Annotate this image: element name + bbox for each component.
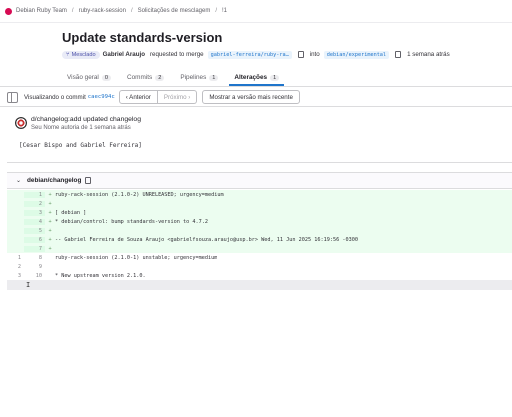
- new-line-number[interactable]: 3: [24, 209, 45, 216]
- copy-icon[interactable]: [297, 51, 304, 58]
- old-line-number[interactable]: 3: [7, 273, 24, 279]
- new-line-number[interactable]: 8: [24, 255, 45, 261]
- viewing-label: Visualizando o commit: [24, 93, 86, 101]
- tab-pipelines[interactable]: Pipelines 1: [175, 74, 223, 86]
- mr-tabs: Visão geral 0 Commits 2 Pipelines 1 Alte…: [62, 66, 290, 86]
- breadcrumb-project[interactable]: ruby-rack-session: [79, 8, 126, 14]
- breadcrumb-separator: /: [215, 8, 217, 14]
- chevron-down-icon[interactable]: ⌄: [16, 177, 21, 184]
- page-title: Update standards-version: [62, 30, 223, 45]
- commit-text: d/changelog:add updated changelog Seu No…: [31, 116, 141, 131]
- new-line-number[interactable]: 5: [24, 227, 45, 234]
- breadcrumb-group[interactable]: Debian Ruby Team: [16, 8, 67, 14]
- breadcrumb-separator: /: [71, 8, 74, 14]
- diff-code: ruby-rack-session (2.1.0-1) unstable; ur…: [55, 254, 218, 261]
- merge-icon: ⑂: [66, 51, 70, 58]
- tab-label: Visão geral: [67, 74, 99, 81]
- old-line-number[interactable]: 2: [7, 264, 24, 270]
- breadcrumb-mr[interactable]: !1: [222, 8, 227, 14]
- mr-meta: ⑂ Mesclado Gabriel Araujo requested to m…: [62, 49, 452, 60]
- diff-line: 5 +: [7, 226, 512, 235]
- breadcrumb-separator: /: [130, 8, 133, 14]
- diff-line: 3 + [ debian ]: [7, 208, 512, 217]
- expand-lines-row[interactable]: I: [7, 280, 512, 290]
- diff-line: 3 10 * New upstream version 2.1.0.: [7, 271, 512, 280]
- previous-commit-button[interactable]: ‹ Anterior: [118, 90, 158, 104]
- commit-bar: Visualizando o commit caec994c ‹ Anterio…: [0, 88, 512, 107]
- file-tree-toggle-icon[interactable]: [7, 91, 18, 103]
- tab-overview[interactable]: Visão geral 0: [62, 74, 116, 86]
- diff-line: 2 +: [7, 199, 512, 208]
- divider: [7, 162, 512, 163]
- new-line-number[interactable]: 1: [24, 191, 45, 198]
- tab-count: 1: [270, 74, 280, 81]
- new-line-number[interactable]: 10: [24, 273, 45, 279]
- breadcrumb: Debian Ruby Team / ruby-rack-session / S…: [0, 0, 512, 23]
- diff-sign: +: [48, 218, 52, 225]
- diff-line: 1 + ruby-rack-session (2.1.0-2) UNRELEASED…: [7, 190, 512, 199]
- tab-label: Commits: [126, 74, 153, 81]
- tabs-divider: [0, 86, 512, 87]
- source-branch[interactable]: gabriel-ferreira/ruby-ra…: [207, 50, 292, 59]
- target-branch-label: debian/experimental: [326, 51, 387, 58]
- mr-time: 1 semana atrás: [407, 51, 450, 58]
- tab-label: Alterações: [234, 74, 268, 81]
- diff-file-header: ⌄ debian/changelog: [7, 172, 512, 189]
- commit-info: d/changelog:add updated changelog Seu No…: [15, 116, 141, 131]
- diff-sign: +: [48, 191, 52, 198]
- avatar: [15, 117, 27, 129]
- new-line-number[interactable]: 9: [24, 264, 45, 270]
- old-line-number[interactable]: 1: [7, 255, 24, 261]
- diff-line: 7 +: [7, 244, 512, 253]
- diff-line: 4 + * debian/control: bump standards-vers…: [7, 217, 512, 226]
- file-name[interactable]: debian/changelog: [27, 177, 81, 184]
- tab-label: Pipelines: [180, 74, 207, 81]
- into-text: into: [309, 51, 320, 58]
- tab-count: 1: [209, 74, 219, 81]
- diff-sign: +: [48, 236, 52, 243]
- diff-code: -- Gabriel Ferreira de Souza Araujo <gab…: [55, 236, 358, 243]
- diff-line: 29: [7, 262, 512, 271]
- breadcrumb-merge-requests[interactable]: Solicitações de mesclagem: [138, 8, 211, 14]
- diff-sign: +: [48, 245, 52, 252]
- show-latest-version-button[interactable]: Mostrar a versão mais recente: [202, 90, 300, 104]
- diff-sign: +: [48, 227, 52, 234]
- tab-count: 0: [101, 74, 111, 81]
- commit-sha-link[interactable]: caec994c: [88, 94, 115, 100]
- new-line-number[interactable]: 2: [24, 200, 45, 207]
- requested-text: requested to merge: [149, 51, 204, 58]
- diff-line: 6 + -- Gabriel Ferreira de Souza Araujo <…: [7, 235, 512, 244]
- status-label: Mesclado: [71, 51, 96, 58]
- diff-code: ruby-rack-session (2.1.0-2) UNRELEASED; …: [55, 191, 224, 198]
- diff-code: * New upstream version 2.1.0.: [55, 272, 146, 279]
- source-branch-label: gabriel-ferreira/ruby-ra…: [210, 51, 289, 58]
- author-link[interactable]: Gabriel Araujo: [103, 51, 145, 58]
- new-line-number[interactable]: 4: [24, 218, 45, 225]
- status-badge: ⑂ Mesclado: [62, 50, 100, 59]
- diff-sign: +: [48, 200, 52, 207]
- new-line-number[interactable]: 6: [24, 236, 45, 243]
- new-line-number[interactable]: 7: [24, 245, 45, 252]
- commit-message[interactable]: d/changelog:add updated changelog: [31, 116, 141, 123]
- text-cursor-icon: I: [26, 281, 31, 289]
- copy-icon[interactable]: [395, 51, 402, 58]
- tab-changes[interactable]: Alterações 1: [229, 74, 285, 86]
- commit-description: [Cesar Bispo and Gabriel Ferreira]: [19, 142, 142, 149]
- group-avatar-icon: [5, 7, 12, 15]
- next-commit-button[interactable]: Próximo ›: [157, 90, 198, 104]
- commit-byline: Seu Nome autoria de 1 semana atrás: [31, 125, 131, 131]
- diff-line: 1 8 ruby-rack-session (2.1.0-1) unstable; …: [7, 253, 512, 262]
- diff-code: * debian/control: bump standards-version…: [55, 218, 209, 225]
- tab-commits[interactable]: Commits 2: [122, 74, 169, 86]
- diff-sign: +: [48, 209, 52, 216]
- target-branch[interactable]: debian/experimental: [323, 50, 390, 59]
- diff-code: [ debian ]: [55, 209, 87, 216]
- commit-nav: ‹ Anterior Próximo ›: [118, 90, 198, 104]
- copy-icon[interactable]: [85, 177, 92, 184]
- tab-count: 2: [155, 74, 165, 81]
- diff-content: 1 + ruby-rack-session (2.1.0-2) UNRELEASED…: [7, 190, 512, 290]
